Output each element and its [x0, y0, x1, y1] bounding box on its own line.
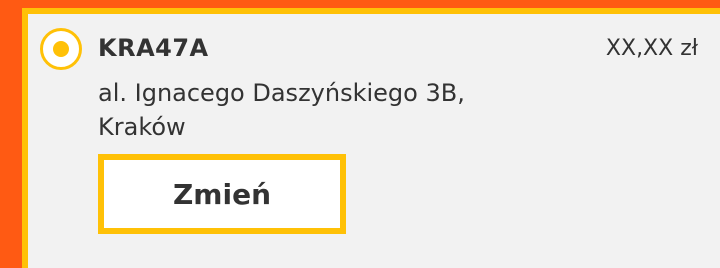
radio-selected-icon[interactable]: [40, 28, 82, 70]
address-line-1: al. Ignacego Daszyńskiego 3B,: [98, 79, 465, 107]
location-code: KRA47A: [98, 34, 209, 62]
change-button[interactable]: Zmień: [98, 154, 346, 234]
address: al. Ignacego Daszyńskiego 3B, Kraków: [98, 76, 558, 144]
pickup-option-card[interactable]: KRA47A XX,XX zł al. Ignacego Daszyńskieg…: [22, 8, 720, 268]
address-line-2: Kraków: [98, 113, 186, 141]
radio-dot: [53, 41, 69, 57]
price-label: XX,XX zł: [605, 36, 698, 61]
